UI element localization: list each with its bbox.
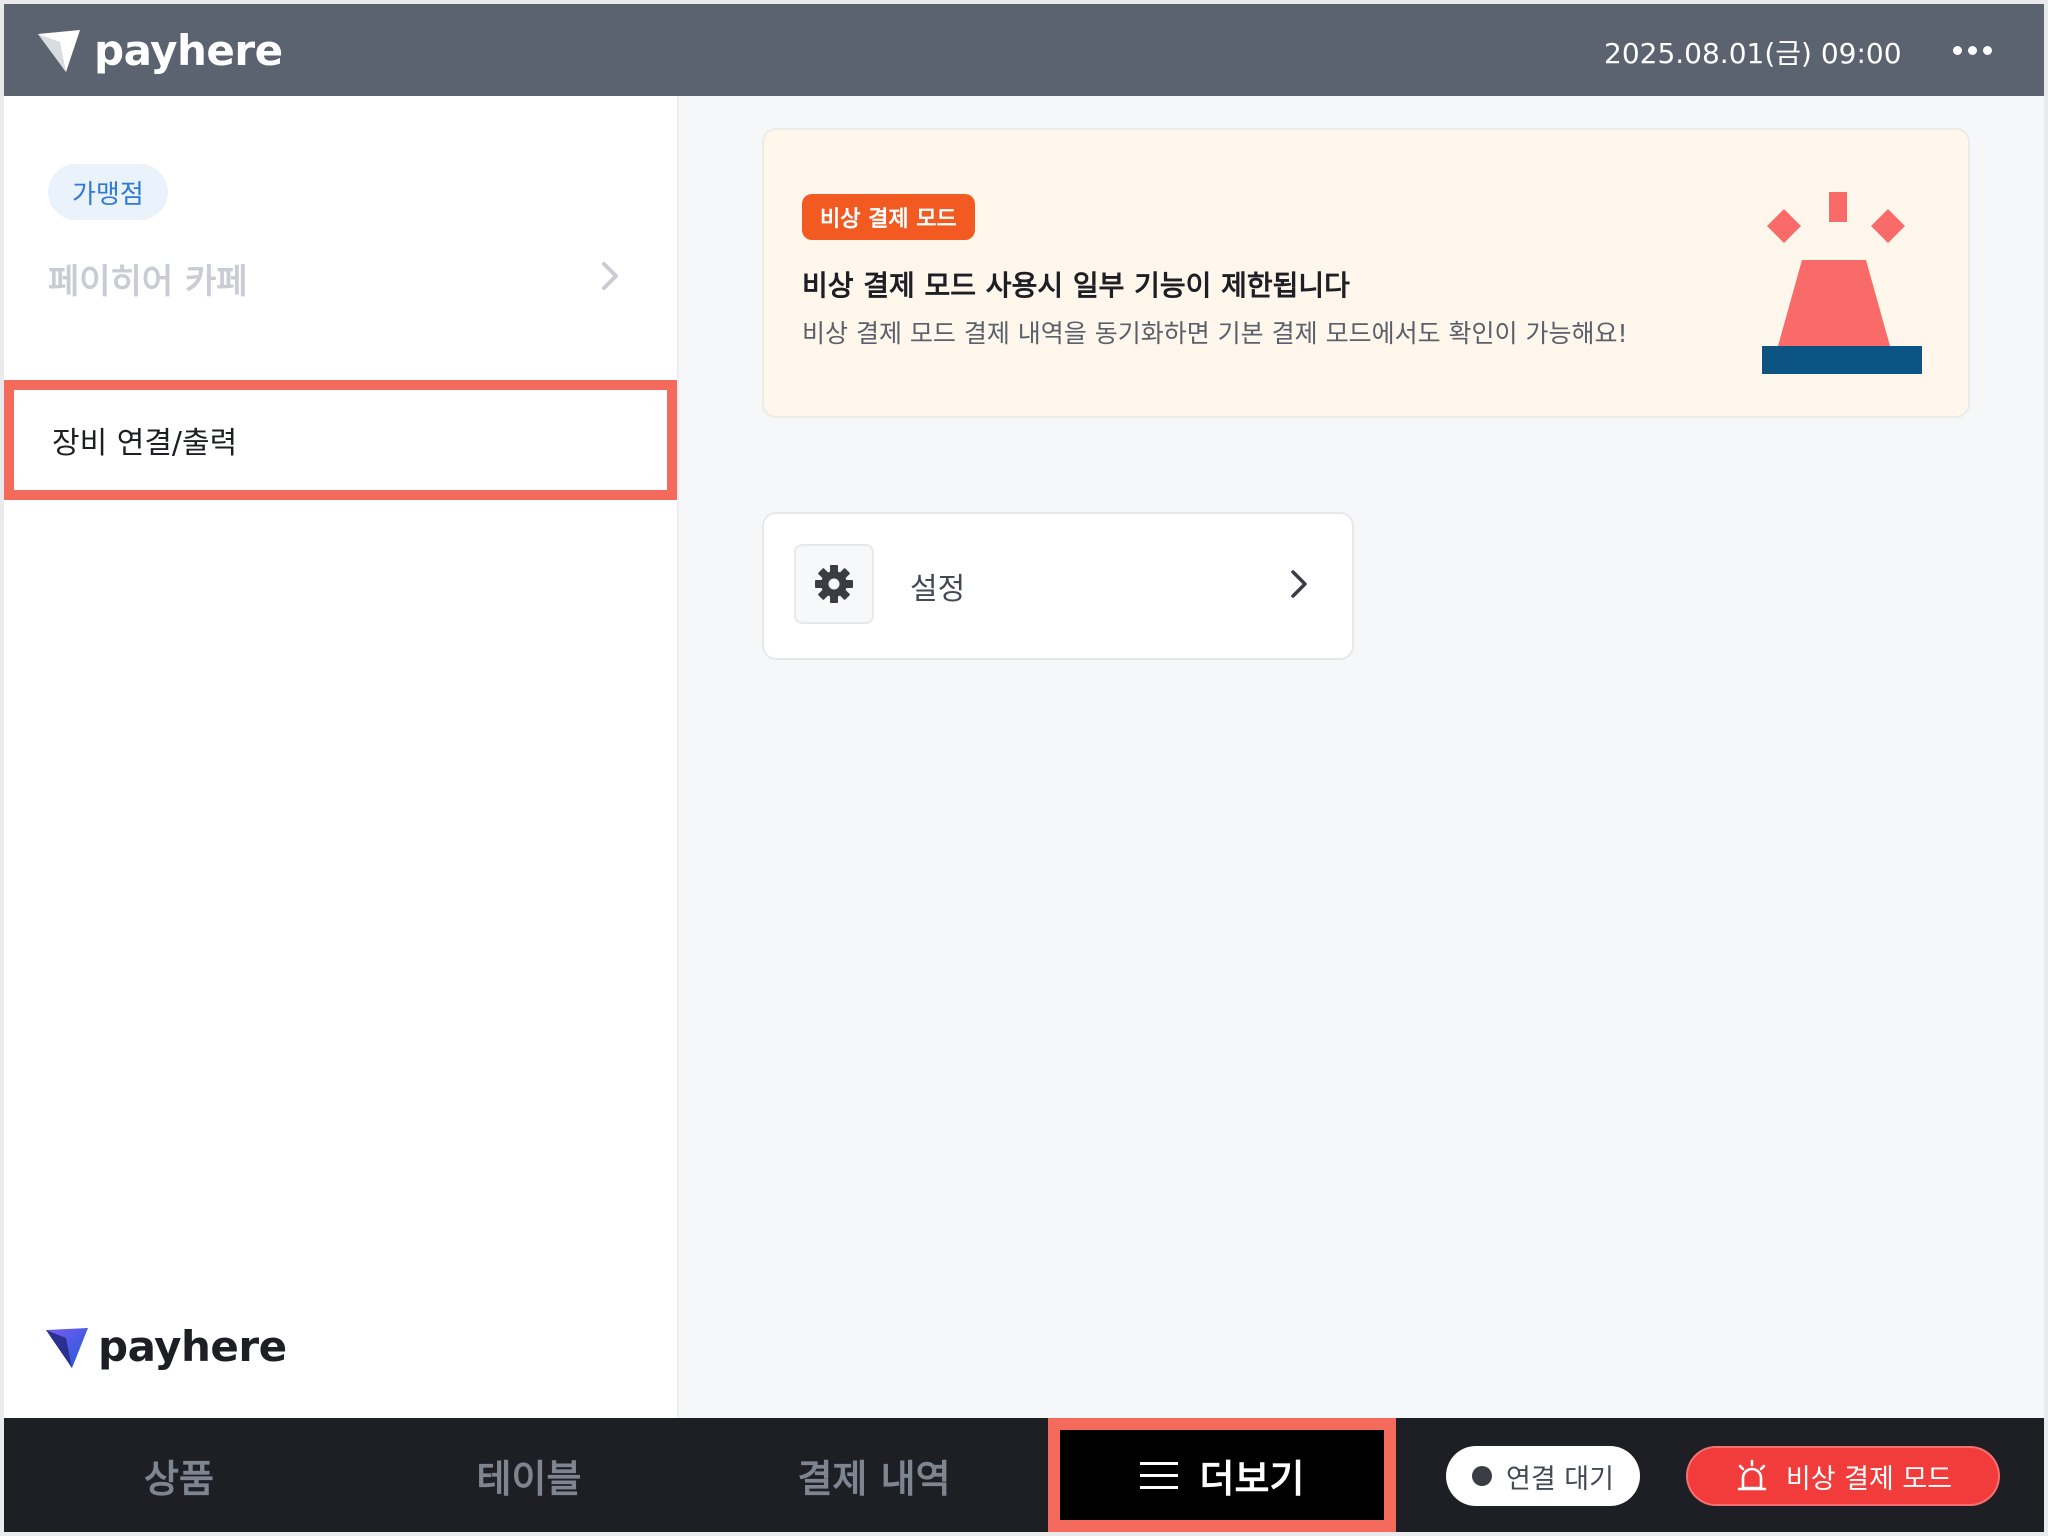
tab-tables[interactable]: 테이블 — [394, 1418, 664, 1532]
header-logo-text: payhere — [94, 26, 283, 75]
settings-label: 설정 — [910, 572, 966, 607]
emergency-mode-alert-card: 비상 결제 모드 비상 결제 모드 사용시 일부 기능이 제한됩니다 비상 결제… — [762, 128, 1970, 418]
chevron-right-icon — [592, 258, 628, 298]
app-frame: payhere 2025.08.01(금) 09:00 가맹점 페이히어 카페 … — [4, 4, 2044, 1532]
top-header: payhere 2025.08.01(금) 09:00 — [4, 4, 2044, 96]
chevron-right-icon — [1284, 566, 1314, 606]
sidebar-item-device-connection[interactable]: 장비 연결/출력 — [4, 380, 677, 500]
bottom-nav-bar: 상품 테이블 결제 내역 더보기 연결 대기 비상 결제 모드 — [4, 1418, 2044, 1532]
gear-icon — [815, 565, 853, 603]
emergency-mode-badge: 비상 결제 모드 — [802, 194, 975, 240]
sidebar: 가맹점 페이히어 카페 장비 연결/출력 payhere — [4, 96, 679, 1418]
emergency-mode-label: 비상 결제 모드 — [1785, 1463, 1953, 1495]
store-selector[interactable]: 페이히어 카페 — [48, 246, 628, 310]
connection-status-button[interactable]: 연결 대기 — [1446, 1446, 1640, 1506]
payhere-logo-icon — [46, 1327, 88, 1368]
header-logo: payhere — [36, 26, 283, 75]
sidebar-logo-text: payhere — [98, 1322, 287, 1371]
store-name: 페이히어 카페 — [48, 261, 248, 302]
hamburger-icon — [1139, 1461, 1178, 1489]
alert-description: 비상 결제 모드 결제 내역을 동기화하면 기본 결제 모드에서도 확인이 가능… — [802, 319, 1628, 348]
settings-icon-box — [794, 544, 874, 624]
settings-card[interactable]: 설정 — [762, 512, 1354, 660]
emergency-mode-button[interactable]: 비상 결제 모드 — [1686, 1446, 2000, 1506]
tab-products[interactable]: 상품 — [44, 1418, 314, 1532]
alarm-icon — [1737, 1459, 1767, 1491]
status-dot-icon — [1472, 1466, 1493, 1486]
connection-status-label: 연결 대기 — [1506, 1463, 1614, 1495]
more-options-icon[interactable] — [1940, 30, 2004, 70]
tab-more-label: 더보기 — [1199, 1456, 1305, 1501]
tab-more[interactable]: 더보기 — [1048, 1418, 1396, 1532]
tab-payment-history[interactable]: 결제 내역 — [739, 1418, 1009, 1532]
sidebar-logo: payhere — [44, 1322, 287, 1371]
siren-icon — [1762, 192, 1922, 374]
store-badge: 가맹점 — [48, 164, 168, 220]
alert-title: 비상 결제 모드 사용시 일부 기능이 제한됩니다 — [802, 269, 1350, 302]
payhere-logo-icon — [38, 29, 80, 72]
header-datetime: 2025.08.01(금) 09:00 — [1604, 37, 1902, 70]
